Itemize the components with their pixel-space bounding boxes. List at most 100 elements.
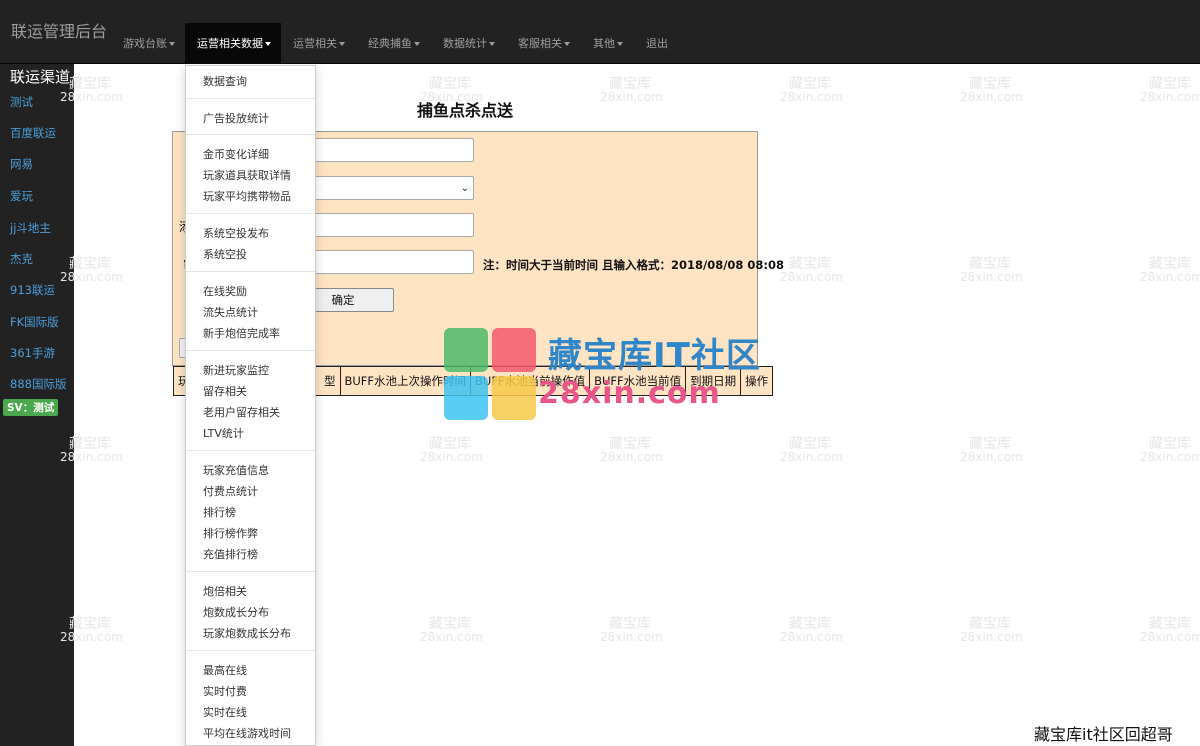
watermark-cn: 藏宝库 bbox=[429, 436, 471, 452]
menu-item-new-player-monitor[interactable]: 新进玩家监控 bbox=[203, 362, 269, 378]
watermark-cn: 藏宝库 bbox=[969, 76, 1011, 92]
logo-square-yellow bbox=[492, 376, 536, 420]
watermark: 藏宝库28xin.com bbox=[960, 437, 1023, 464]
sidebar-item-913[interactable]: 913联运 bbox=[10, 282, 55, 298]
watermark: 藏宝库28xin.com bbox=[780, 437, 843, 464]
watermark-en: 28xin.com bbox=[420, 630, 483, 644]
caret-down-icon bbox=[339, 42, 345, 46]
nav-logout[interactable]: 退出 bbox=[646, 23, 668, 64]
menu-item-avg-playtime[interactable]: 平均在线游戏时间 bbox=[203, 725, 291, 741]
watermark-cn: 藏宝库 bbox=[609, 616, 651, 632]
watermark-en: 28xin.com bbox=[1140, 630, 1200, 644]
page-title: 捕鱼点杀点送 bbox=[416, 101, 513, 120]
form-input-2[interactable] bbox=[314, 213, 474, 237]
nav-ops[interactable]: 运营相关 bbox=[293, 23, 345, 64]
caret-down-icon bbox=[617, 42, 623, 46]
watermark-en: 28xin.com bbox=[960, 90, 1023, 104]
sidebar-item-888-intl[interactable]: 888国际版 bbox=[10, 376, 66, 392]
nav-customer-service[interactable]: 客服相关 bbox=[518, 23, 570, 64]
menu-item-ad-stats[interactable]: 广告投放统计 bbox=[203, 110, 269, 126]
watermark-en: 28xin.com bbox=[780, 90, 843, 104]
form-select[interactable]: ⌄ bbox=[314, 176, 474, 200]
watermark-cn: 藏宝库 bbox=[1149, 76, 1191, 92]
menu-item-ltv[interactable]: LTV统计 bbox=[203, 425, 244, 441]
menu-item-newbie-cannon[interactable]: 新手炮倍完成率 bbox=[203, 325, 280, 341]
ops-data-dropdown-menu: 数据查询 广告投放统计 金币变化详细 玩家道具获取详情 玩家平均携带物品 系统空… bbox=[185, 65, 316, 746]
watermark: 藏宝库28xin.com bbox=[420, 616, 483, 644]
watermark-en: 28xin.com bbox=[1140, 270, 1200, 284]
menu-item-recharge-info[interactable]: 玩家充值信息 bbox=[203, 462, 269, 478]
watermark: 藏宝库28xin.com bbox=[960, 616, 1023, 644]
sidebar-item-test[interactable]: 测试 bbox=[10, 94, 33, 110]
nav-ops-data[interactable]: 运营相关数据 bbox=[185, 23, 281, 64]
menu-item-data-query[interactable]: 数据查询 bbox=[203, 73, 247, 89]
nav-label: 其他 bbox=[593, 37, 615, 50]
menu-item-airdrop-publish[interactable]: 系统空投发布 bbox=[203, 225, 269, 241]
menu-item-airdrop[interactable]: 系统空投 bbox=[203, 246, 247, 262]
logo-square-red bbox=[492, 328, 536, 372]
nav-label: 运营相关 bbox=[293, 37, 337, 50]
menu-item-leaderboard-cheat[interactable]: 排行榜作弊 bbox=[203, 525, 258, 541]
menu-divider bbox=[186, 650, 315, 651]
menu-item-item-acquire[interactable]: 玩家道具获取详情 bbox=[203, 167, 291, 183]
menu-item-recharge-rank[interactable]: 充值排行榜 bbox=[203, 546, 258, 562]
menu-item-realtime-pay[interactable]: 实时付费 bbox=[203, 683, 247, 699]
menu-item-cannon[interactable]: 炮倍相关 bbox=[203, 583, 247, 599]
server-badge: SV：测试 bbox=[3, 399, 59, 416]
chevron-down-icon: ⌄ bbox=[460, 183, 469, 194]
watermark: 藏宝库28xin.com bbox=[780, 76, 843, 104]
watermark-cn: 藏宝库 bbox=[1149, 436, 1191, 452]
menu-item-cannon-growth[interactable]: 炮数成长分布 bbox=[203, 604, 269, 620]
datetime-input[interactable] bbox=[314, 250, 474, 274]
menu-item-online-reward[interactable]: 在线奖励 bbox=[203, 283, 247, 299]
caret-down-icon bbox=[564, 42, 570, 46]
menu-item-gold-detail[interactable]: 金币变化详细 bbox=[203, 146, 269, 162]
sidebar-item-baidu[interactable]: 百度联运 bbox=[10, 125, 56, 141]
watermark-cn: 藏宝库 bbox=[969, 616, 1011, 632]
sidebar-item-jj-doudizhu[interactable]: jj斗地主 bbox=[10, 220, 51, 236]
watermark-cn: 藏宝库 bbox=[429, 616, 471, 632]
menu-item-retention[interactable]: 留存相关 bbox=[203, 383, 247, 399]
menu-item-player-cannon-growth[interactable]: 玩家炮数成长分布 bbox=[203, 625, 291, 641]
watermark-en: 28xin.com bbox=[780, 450, 843, 464]
menu-divider bbox=[186, 350, 315, 351]
menu-item-realtime-online[interactable]: 实时在线 bbox=[203, 704, 247, 720]
sidebar-item-fk-intl[interactable]: FK国际版 bbox=[10, 314, 59, 330]
watermark: 藏宝库28xin.com bbox=[960, 76, 1023, 104]
menu-divider bbox=[186, 213, 315, 214]
menu-item-leaderboard[interactable]: 排行榜 bbox=[203, 504, 236, 520]
menu-divider bbox=[186, 450, 315, 451]
nav-game-ledger[interactable]: 游戏台账 bbox=[123, 23, 175, 64]
menu-item-avg-items[interactable]: 玩家平均携带物品 bbox=[203, 188, 291, 204]
menu-item-old-user-retention[interactable]: 老用户留存相关 bbox=[203, 404, 280, 420]
sidebar-item-aiwan[interactable]: 爱玩 bbox=[10, 188, 33, 204]
watermark-cn: 藏宝库 bbox=[789, 256, 831, 272]
nav-label: 退出 bbox=[646, 37, 668, 50]
form-input-1[interactable] bbox=[314, 138, 474, 162]
sidebar-title: 联运渠道 bbox=[10, 68, 71, 86]
watermark-en: 28xin.com bbox=[960, 450, 1023, 464]
sidebar-item-361[interactable]: 361手游 bbox=[10, 345, 55, 361]
nav-label: 数据统计 bbox=[443, 37, 487, 50]
watermark-cn: 藏宝库 bbox=[969, 256, 1011, 272]
watermark: 藏宝库28xin.com bbox=[1140, 436, 1200, 464]
logo-text-cn: 藏宝库IT社区 bbox=[548, 336, 761, 376]
watermark: 藏宝库28xin.com bbox=[1140, 257, 1200, 284]
watermark-cn: 藏宝库 bbox=[1149, 616, 1191, 632]
menu-item-paypoint-stats[interactable]: 付费点统计 bbox=[203, 483, 258, 499]
nav-label: 运营相关数据 bbox=[197, 37, 263, 50]
logo-text-en: 28xin.com bbox=[538, 376, 721, 411]
menu-divider bbox=[186, 571, 315, 572]
watermark: 藏宝库28xin.com bbox=[1140, 616, 1200, 644]
menu-item-peak-online[interactable]: 最高在线 bbox=[203, 662, 247, 678]
nav-classic-fishing[interactable]: 经典捕鱼 bbox=[368, 23, 420, 64]
menu-item-churn-stats[interactable]: 流失点统计 bbox=[203, 304, 258, 320]
sidebar: 联运渠道 测试 百度联运 网易 爱玩 jj斗地主 杰克 913联运 FK国际版 … bbox=[0, 64, 74, 746]
watermark-cn: 藏宝库 bbox=[789, 76, 831, 92]
nav-other[interactable]: 其他 bbox=[593, 23, 623, 64]
sidebar-item-netease[interactable]: 网易 bbox=[10, 156, 33, 172]
menu-divider bbox=[186, 271, 315, 272]
app-brand[interactable]: 联运管理后台 bbox=[11, 18, 107, 42]
sidebar-item-jack[interactable]: 杰克 bbox=[10, 251, 33, 267]
nav-data-stats[interactable]: 数据统计 bbox=[443, 23, 495, 64]
